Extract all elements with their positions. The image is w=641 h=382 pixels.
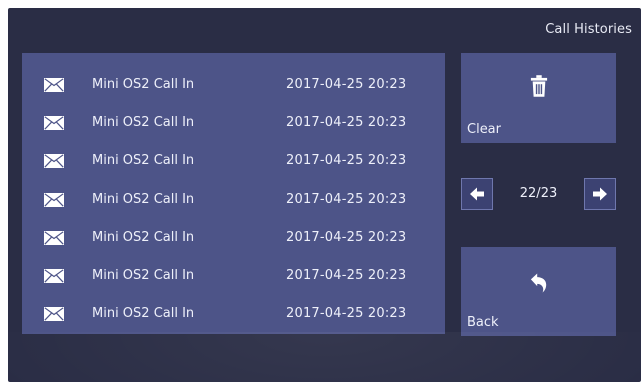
screen: Call Histories Mini OS2 Call In 2017-04-… <box>8 8 641 382</box>
list-item[interactable]: Mini OS2 Call In 2017-04-25 20:23 <box>22 295 445 333</box>
clear-button[interactable]: Clear <box>461 53 616 143</box>
trash-icon <box>530 75 547 97</box>
call-history-list: Mini OS2 Call In 2017-04-25 20:23 Mini O… <box>22 53 445 334</box>
envelope-icon <box>44 231 64 245</box>
call-time: 2017-04-25 20:23 <box>286 153 407 168</box>
list-item[interactable]: Mini OS2 Call In 2017-04-25 20:23 <box>22 142 445 180</box>
caller-name: Mini OS2 Call In <box>92 115 195 130</box>
arrow-right-icon <box>593 187 607 201</box>
clear-label: Clear <box>467 122 501 137</box>
envelope-icon <box>44 78 64 92</box>
list-item[interactable]: Mini OS2 Call In 2017-04-25 20:23 <box>22 104 445 142</box>
arrow-left-icon <box>470 187 484 201</box>
envelope-icon <box>44 193 64 207</box>
caller-name: Mini OS2 Call In <box>92 77 195 92</box>
call-time: 2017-04-25 20:23 <box>286 115 407 130</box>
call-time: 2017-04-25 20:23 <box>286 306 407 321</box>
back-arrow-icon <box>530 273 546 293</box>
page-indicator: 22/23 <box>519 186 558 201</box>
pagination: 22/23 <box>461 178 616 212</box>
list-item[interactable]: Mini OS2 Call In 2017-04-25 20:23 <box>22 66 445 104</box>
list-item[interactable]: Mini OS2 Call In 2017-04-25 20:23 <box>22 257 445 295</box>
list-item[interactable]: Mini OS2 Call In 2017-04-25 20:23 <box>22 219 445 257</box>
page-title: Call Histories <box>545 22 632 37</box>
caller-name: Mini OS2 Call In <box>92 268 195 283</box>
back-button[interactable]: Back <box>461 247 616 336</box>
caller-name: Mini OS2 Call In <box>92 306 195 321</box>
call-time: 2017-04-25 20:23 <box>286 77 407 92</box>
envelope-icon <box>44 269 64 283</box>
envelope-icon <box>44 154 64 168</box>
call-time: 2017-04-25 20:23 <box>286 230 407 245</box>
caller-name: Mini OS2 Call In <box>92 192 195 207</box>
envelope-icon <box>44 307 64 321</box>
list-item[interactable]: Mini OS2 Call In 2017-04-25 20:23 <box>22 181 445 219</box>
envelope-icon <box>44 116 64 130</box>
caller-name: Mini OS2 Call In <box>92 153 195 168</box>
device-frame: Call Histories Mini OS2 Call In 2017-04-… <box>0 0 641 382</box>
previous-page-button[interactable] <box>461 178 493 210</box>
call-time: 2017-04-25 20:23 <box>286 192 407 207</box>
call-time: 2017-04-25 20:23 <box>286 268 407 283</box>
caller-name: Mini OS2 Call In <box>92 230 195 245</box>
next-page-button[interactable] <box>584 178 616 210</box>
back-label: Back <box>467 315 499 330</box>
